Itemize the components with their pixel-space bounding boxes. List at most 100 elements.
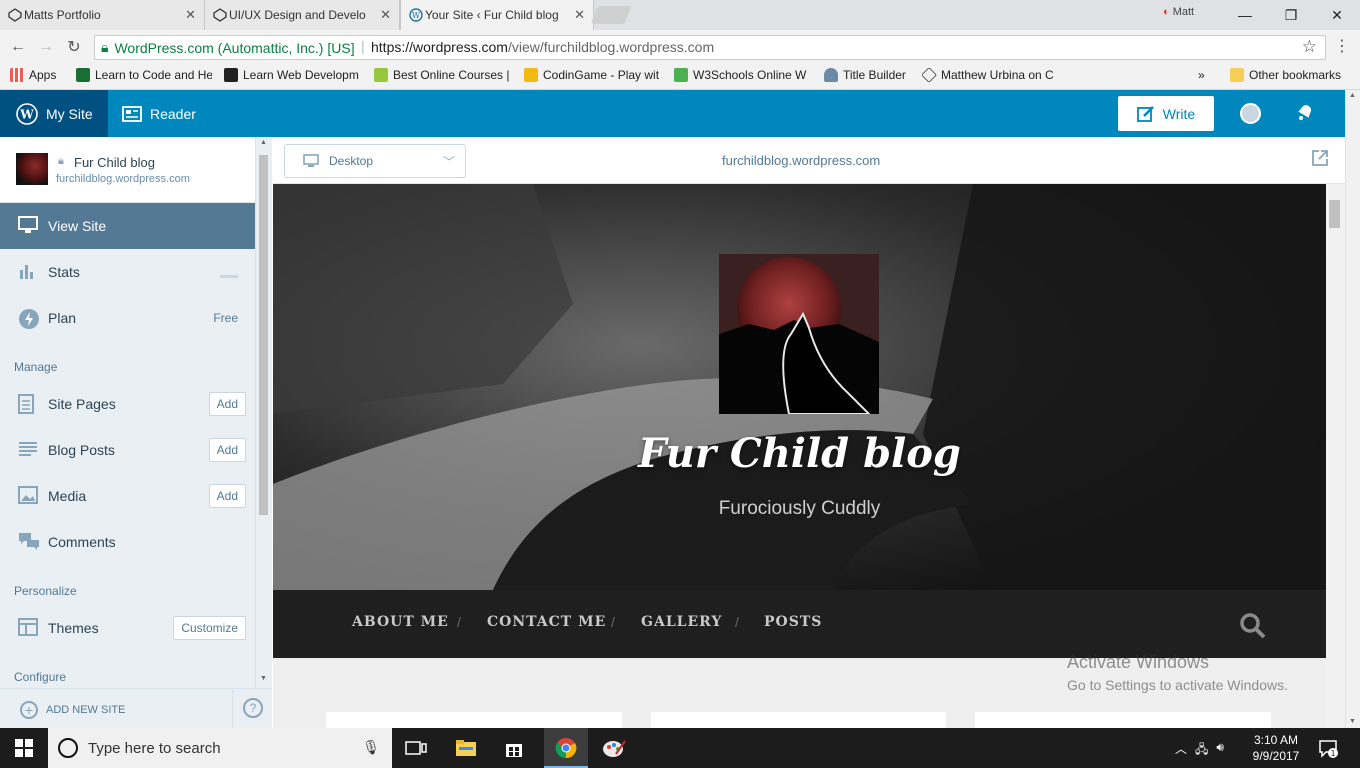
address-bar[interactable]: 🔒︎ WordPress.com (Automattic, Inc.) [US]…: [94, 35, 1326, 60]
back-button[interactable]: ←: [8, 38, 28, 56]
reload-button[interactable]: ↻: [64, 38, 84, 56]
paint-icon[interactable]: [600, 734, 628, 762]
search-placeholder: Type here to search: [88, 739, 221, 757]
blog-title[interactable]: Fur Child blog: [273, 430, 1326, 477]
scroll-down-arrow-icon[interactable]: ▼: [260, 675, 267, 682]
avatar[interactable]: [1240, 103, 1261, 124]
add-post-button[interactable]: Add: [208, 438, 246, 462]
device-selector[interactable]: Desktop ﹀: [284, 144, 466, 178]
add-new-site-button[interactable]: + ADD NEW SITE: [20, 701, 125, 719]
reader-button[interactable]: Reader: [122, 90, 196, 137]
sidebar-item-plan[interactable]: Plan Free: [0, 295, 255, 341]
sidebar-item-media[interactable]: Media Add: [0, 473, 255, 519]
bookmark-matthew-urbina[interactable]: Matthew Urbina on C: [922, 68, 1058, 82]
bookmark-title-builder[interactable]: Title Builder: [824, 68, 914, 82]
windows-taskbar: Type here to search 🎙︎ ︿ 🖧︎ 🔊︎ 3:10 AM 9…: [0, 728, 1360, 768]
nav-gallery[interactable]: GALLERY: [641, 614, 722, 630]
preview-scrollbar-thumb[interactable]: [1329, 200, 1340, 228]
site-card[interactable]: 🔒︎ Fur Child blog furchildblog.wordpress…: [0, 137, 255, 203]
notification-count: 1: [1330, 749, 1335, 758]
preview-toolbar: Desktop ﹀ furchildblog.wordpress.com: [273, 137, 1345, 184]
other-bookmarks[interactable]: Other bookmarks: [1230, 68, 1341, 82]
bookmark-w3schools[interactable]: W3Schools Online W: [674, 68, 810, 82]
write-button[interactable]: Write: [1118, 96, 1214, 131]
network-icon[interactable]: 🖧︎: [1195, 740, 1208, 761]
sidebar-item-stats[interactable]: Stats: [0, 249, 255, 295]
customize-button[interactable]: Customize: [173, 616, 246, 640]
preview-scrollbar[interactable]: [1326, 184, 1345, 728]
tray-chevron-up-icon[interactable]: ︿: [1175, 740, 1187, 761]
apps-grid-icon: [10, 68, 24, 82]
monitor-icon: [303, 154, 319, 167]
monitor-icon: [18, 216, 40, 236]
sidebar-footer: + ADD NEW SITE ?: [0, 688, 272, 729]
microphone-icon[interactable]: 🎙︎: [362, 739, 380, 756]
close-tab-icon[interactable]: ✕: [380, 7, 391, 23]
taskbar-clock[interactable]: 3:10 AM 9/9/2017: [1246, 732, 1306, 764]
my-site-button[interactable]: W My Site: [0, 90, 108, 137]
wordpress-icon: W: [409, 8, 423, 22]
site-name: Fur Child blog: [74, 155, 155, 170]
help-button[interactable]: ?: [243, 698, 263, 718]
bookmark-label: Learn Web Developm: [243, 68, 359, 82]
bull-logo-icon: [224, 68, 238, 82]
close-window-button[interactable]: ✕: [1314, 0, 1360, 30]
lock-icon: 🔒︎: [58, 155, 64, 167]
chrome-icon: [555, 738, 577, 759]
file-explorer-icon[interactable]: [452, 734, 480, 762]
search-icon[interactable]: [1239, 612, 1267, 647]
sidebar-item-comments[interactable]: Comments: [0, 519, 255, 565]
sidebar-item-blog-posts[interactable]: Blog Posts Add: [0, 427, 255, 473]
tab-uiux-design[interactable]: UI/UX Design and Develo ✕: [205, 0, 400, 30]
chrome-taskbar-button[interactable]: [544, 728, 588, 768]
bookmarks-overflow-button[interactable]: »: [1198, 68, 1205, 82]
minimize-button[interactable]: —: [1222, 0, 1268, 30]
new-tab-button[interactable]: [590, 6, 632, 24]
scroll-up-arrow-icon[interactable]: ▲: [1349, 92, 1356, 99]
browser-menu-icon[interactable]: ⋮: [1334, 36, 1350, 56]
add-media-button[interactable]: Add: [208, 484, 246, 508]
bookmark-best-online-courses[interactable]: Best Online Courses |: [374, 68, 510, 82]
windows-start-button[interactable]: [0, 728, 48, 768]
sidebar-item-view-site[interactable]: View Site: [0, 203, 255, 249]
plan-tag: Free: [213, 311, 238, 325]
bookmark-learn-to-code[interactable]: Learn to Code and He: [76, 68, 212, 82]
scroll-down-arrow-icon[interactable]: ▼: [1349, 718, 1356, 725]
cortana-icon: [58, 738, 78, 758]
restore-button[interactable]: ❐: [1268, 0, 1314, 30]
task-view-icon[interactable]: [402, 734, 430, 762]
nav-about-me[interactable]: ABOUT ME: [352, 614, 449, 630]
add-page-button[interactable]: Add: [208, 392, 246, 416]
themes-icon: [18, 618, 40, 638]
sidebar-item-site-pages[interactable]: Site Pages Add: [0, 381, 255, 427]
page-scrollbar[interactable]: ▲ ▼: [1345, 90, 1360, 728]
profile-button[interactable]: ◐ Matt: [1163, 6, 1194, 18]
external-link-icon[interactable]: [1311, 149, 1329, 172]
action-center-icon[interactable]: 1: [1318, 738, 1338, 758]
taskbar-search-box[interactable]: Type here to search 🎙︎: [48, 728, 392, 768]
nav-contact-me[interactable]: CONTACT ME: [487, 614, 606, 630]
notifications-bell-icon[interactable]: [1295, 102, 1317, 124]
tab-title: Your Site ‹ Fur Child blog: [425, 8, 559, 22]
bookmark-codingame[interactable]: CodinGame - Play wit: [524, 68, 660, 82]
close-tab-icon[interactable]: ✕: [185, 7, 196, 23]
reader-icon: [122, 105, 142, 122]
reader-label: Reader: [150, 105, 196, 122]
store-icon[interactable]: [500, 734, 528, 762]
volume-icon[interactable]: 🔊︎: [1216, 740, 1224, 761]
stats-bars-icon: [18, 262, 40, 282]
tab-your-site[interactable]: W Your Site ‹ Fur Child blog ✕: [400, 0, 594, 30]
close-tab-icon[interactable]: ✕: [574, 7, 585, 23]
bookmark-star-icon[interactable]: ☆: [1302, 37, 1317, 57]
profile-icon: ◐: [1163, 6, 1173, 18]
sidebar-item-themes[interactable]: Themes Customize: [0, 605, 255, 651]
scroll-up-arrow-icon[interactable]: ▲: [260, 139, 267, 146]
bookmark-apps[interactable]: Apps: [10, 68, 70, 82]
nav-posts[interactable]: POSTS: [764, 614, 822, 630]
sidebar-scrollbar-thumb[interactable]: [259, 155, 268, 515]
forward-button[interactable]: →: [36, 38, 56, 56]
security-indicator[interactable]: 🔒︎ WordPress.com (Automattic, Inc.) [US]: [101, 39, 355, 56]
bookmark-learn-web-dev[interactable]: Learn Web Developm: [224, 68, 360, 82]
preview-url[interactable]: furchildblog.wordpress.com: [722, 153, 880, 168]
tab-matts-portfolio[interactable]: Matts Portfolio ✕: [0, 0, 205, 30]
